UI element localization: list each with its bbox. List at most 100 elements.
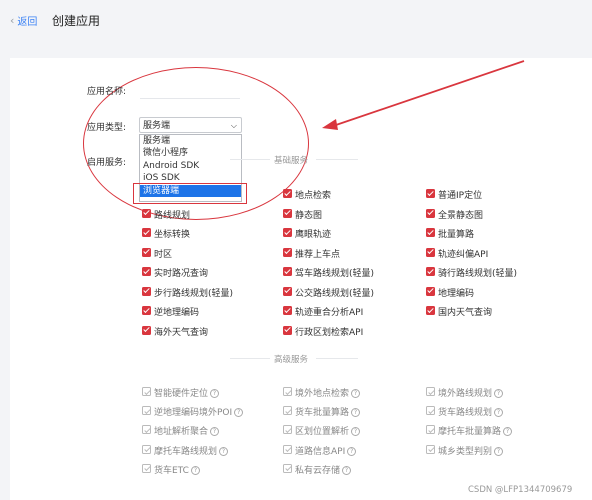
service-label: 逆地理编码境外POI?: [154, 405, 244, 419]
service-label: 坐标转换: [154, 230, 191, 240]
service-label: 道路信息API?: [295, 444, 357, 457]
service-checkbox[interactable]: [142, 444, 151, 454]
app-type-option[interactable]: 服务端: [140, 135, 241, 147]
app-type-select[interactable]: 服务端 ⌵: [139, 117, 242, 133]
service-checkbox[interactable]: [426, 306, 435, 315]
service-label-text: 境外地点检索: [295, 389, 350, 399]
service-label-text: 摩托车路线规划: [154, 446, 218, 457]
service-checkbox[interactable]: [142, 387, 151, 396]
service-label: 摩托车路线规划?: [154, 444, 229, 457]
service-checkbox[interactable]: [426, 387, 435, 396]
help-icon[interactable]: ?: [503, 427, 513, 437]
service-checkbox[interactable]: [283, 406, 292, 416]
service-checkbox[interactable]: [142, 247, 151, 257]
service-label: 境外路线规划?: [438, 386, 504, 399]
help-icon[interactable]: ?: [210, 427, 220, 437]
service-checkbox[interactable]: [283, 208, 292, 218]
service-label: 私有云存储?: [295, 463, 352, 476]
service-checkbox[interactable]: [426, 267, 435, 276]
service-checkbox[interactable]: [283, 463, 292, 473]
service-checkbox[interactable]: [142, 406, 151, 416]
service-checkbox[interactable]: [426, 247, 435, 257]
service-label: 行政区划检索API: [295, 327, 364, 338]
service-label: 批量算路: [438, 230, 475, 240]
service-label: 驾车路线规划(轻量): [295, 269, 375, 279]
help-icon[interactable]: ?: [494, 389, 504, 398]
service-label: 普通IP定位: [438, 191, 483, 201]
service-checkbox[interactable]: [142, 208, 151, 218]
help-icon[interactable]: ?: [494, 408, 504, 418]
help-icon[interactable]: ?: [351, 427, 361, 437]
service-checkbox[interactable]: [426, 228, 435, 237]
service-label: 地址解析聚合?: [154, 424, 220, 438]
service-checkbox[interactable]: [142, 228, 151, 237]
service-checkbox[interactable]: [283, 325, 292, 335]
service-checkbox[interactable]: [426, 444, 435, 454]
service-checkbox[interactable]: [283, 267, 292, 276]
service-checkbox[interactable]: [283, 228, 292, 237]
service-checkbox[interactable]: [426, 189, 435, 198]
service-checkbox[interactable]: [142, 286, 151, 296]
app-type-selected: 服务端: [143, 121, 171, 131]
service-checkbox[interactable]: [142, 463, 151, 473]
service-checkbox[interactable]: [283, 247, 292, 257]
service-label: 轨迹重合分析API: [295, 308, 364, 318]
annotation-highlight-box: [133, 183, 247, 204]
services-label: 启用服务:: [87, 158, 127, 168]
service-label-text: 地址解析聚合: [154, 427, 209, 438]
app-type-option[interactable]: 微信小程序: [140, 147, 241, 159]
service-label: 推荐上车点: [295, 249, 341, 260]
service-label: 路线规划: [154, 210, 191, 221]
service-label-text: 货车路线规划: [438, 408, 493, 419]
service-label: 步行路线规划(轻量): [154, 288, 234, 299]
app-name-label: 应用名称:: [87, 87, 127, 97]
basic-services-title: 基础服务: [274, 156, 309, 166]
service-label: 鹰眼轨迹: [295, 230, 332, 240]
service-checkbox[interactable]: [283, 189, 292, 198]
service-checkbox[interactable]: [142, 325, 151, 335]
section-divider: [230, 358, 270, 359]
service-label: 骑行路线规划(轻量): [438, 269, 518, 279]
help-icon[interactable]: ?: [347, 446, 357, 456]
service-label: 实时路况查询: [154, 269, 209, 279]
app-name-input[interactable]: [140, 84, 240, 99]
service-label-text: 私有云存储: [295, 465, 341, 476]
service-label: 区划位置解析?: [295, 424, 361, 438]
service-checkbox[interactable]: [142, 267, 151, 276]
service-checkbox[interactable]: [283, 425, 292, 435]
service-label-text: 城乡类型判别: [438, 446, 493, 457]
service-checkbox[interactable]: [426, 286, 435, 296]
service-checkbox[interactable]: [426, 406, 435, 416]
service-label: 全景静态图: [438, 210, 484, 221]
service-label: 逆地理编码: [154, 308, 200, 318]
help-icon[interactable]: ?: [210, 389, 220, 398]
chevron-down-icon: ⌵: [230, 121, 237, 130]
service-label: 城乡类型判别?: [438, 444, 504, 457]
help-icon[interactable]: ?: [342, 465, 352, 475]
service-label: 时区: [154, 249, 173, 260]
service-checkbox[interactable]: [142, 306, 151, 315]
app-type-option[interactable]: Android SDK: [140, 160, 241, 172]
help-icon[interactable]: ?: [351, 389, 361, 398]
service-label: 货车路线规划?: [438, 405, 504, 419]
service-checkbox[interactable]: [142, 425, 151, 435]
help-icon[interactable]: ?: [494, 446, 504, 456]
service-checkbox[interactable]: [426, 208, 435, 218]
help-icon[interactable]: ?: [351, 408, 361, 418]
advanced-services-title: 高级服务: [274, 355, 309, 365]
help-icon[interactable]: ?: [190, 465, 200, 475]
help-icon[interactable]: ?: [219, 446, 229, 456]
service-label-text: 区划位置解析: [295, 427, 350, 438]
service-label-text: 逆地理编码境外POI: [154, 408, 233, 419]
service-label-text: 货车批量算路: [295, 408, 350, 419]
service-checkbox[interactable]: [283, 286, 292, 296]
service-checkbox[interactable]: [283, 306, 292, 315]
watermark: CSDN @LFP1344709679: [468, 485, 573, 495]
section-divider: [316, 159, 358, 160]
service-label-text: 智能硬件定位: [154, 389, 209, 399]
help-icon[interactable]: ?: [234, 408, 244, 418]
service-label: 静态图: [295, 210, 323, 221]
service-checkbox[interactable]: [426, 425, 435, 435]
service-checkbox[interactable]: [283, 444, 292, 454]
service-checkbox[interactable]: [283, 387, 292, 396]
